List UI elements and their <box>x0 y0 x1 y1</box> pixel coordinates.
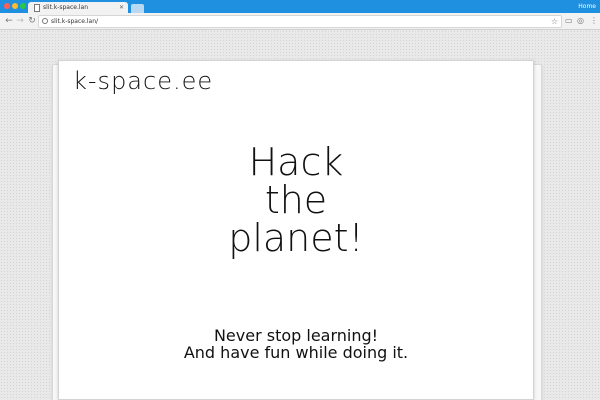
forward-arrow-icon[interactable]: → <box>15 16 25 26</box>
headline-line: planet! <box>228 216 364 260</box>
new-tab-button[interactable] <box>131 4 144 13</box>
headline-line: the <box>264 178 328 222</box>
address-bar[interactable]: slit.k-space.lan/ ☆ <box>38 15 562 28</box>
back-arrow-icon[interactable]: ← <box>4 16 14 26</box>
url-text[interactable]: slit.k-space.lan/ <box>51 17 98 26</box>
headline-line: Hack <box>248 140 344 184</box>
slide: k-space.ee Hack the planet! Never stop l… <box>58 60 534 400</box>
tagline-line: Never stop learning! <box>213 326 379 345</box>
headline: Hack the planet! <box>59 143 533 257</box>
browser-tab[interactable]: slit.k-space.lan ✕ <box>28 2 128 13</box>
close-window-button[interactable] <box>4 3 10 9</box>
tab-title: slit.k-space.lan <box>43 4 89 11</box>
maximize-window-button[interactable] <box>20 3 26 9</box>
reload-icon[interactable]: ↻ <box>27 16 37 26</box>
opera-icon[interactable]: ◎ <box>577 16 584 26</box>
page-viewport: k-space.ee Hack the planet! Never stop l… <box>0 30 600 400</box>
tagline: Never stop learning! And have fun while … <box>59 327 533 361</box>
star-icon[interactable]: ☆ <box>551 17 558 26</box>
cast-icon[interactable]: ▭ <box>565 16 573 26</box>
tagline-line: And have fun while doing it. <box>183 343 409 362</box>
minimize-window-button[interactable] <box>12 3 18 9</box>
info-icon[interactable] <box>42 18 48 24</box>
browser-toolbar: ← → ↻ slit.k-space.lan/ ☆ ▭ ◎ ⋮ <box>0 13 600 30</box>
tab-close-button[interactable]: ✕ <box>119 3 124 12</box>
profile-name[interactable]: Home <box>578 2 596 11</box>
menu-icon[interactable]: ⋮ <box>590 16 598 26</box>
brand-logo-text: k-space.ee <box>73 67 214 95</box>
document-icon <box>34 4 40 12</box>
browser-titlebar: slit.k-space.lan ✕ Home <box>0 0 600 13</box>
